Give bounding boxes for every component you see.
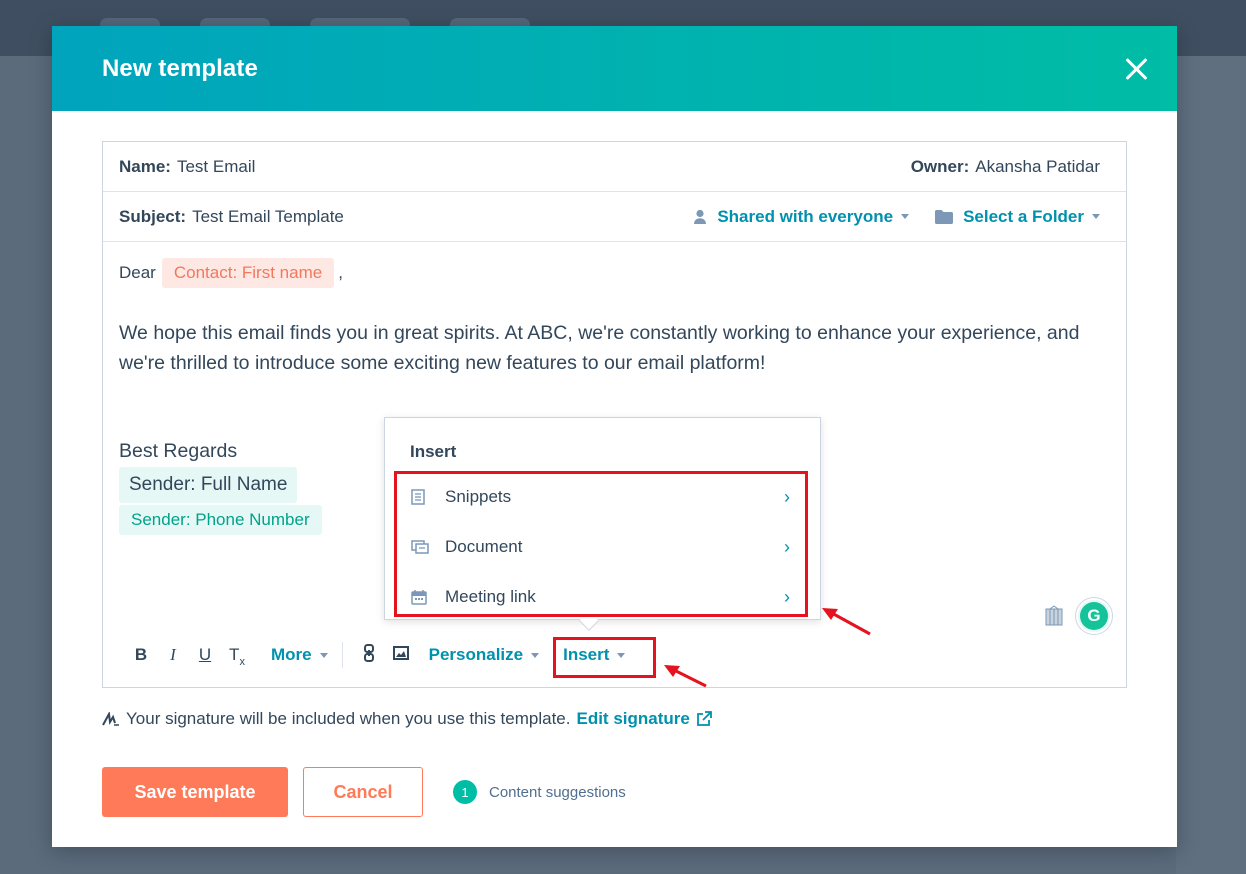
sender-full-name-token[interactable]: Sender: Full Name [119,467,298,503]
personalize-label: Personalize [428,645,524,664]
toolbar-divider [341,642,343,668]
modal-title: New template [102,55,258,82]
folder-label: Select a Folder [963,206,1084,226]
edit-signature-label: Edit signature [576,709,690,728]
sharing-dropdown[interactable]: Shared with everyone [693,206,910,227]
signature-text: Your signature will be included when you… [126,709,571,728]
cancel-button[interactable]: Cancel [303,767,423,817]
name-row: Name: Test Email Owner: Akansha Patidar [103,142,1126,192]
more-label: More [271,645,312,664]
subject-row-actions: Shared with everyone Select a Folder [667,207,1110,227]
calendar-icon [411,589,429,605]
folder-dropdown[interactable]: Select a Folder [935,207,1100,227]
extension-icon[interactable] [1044,605,1064,627]
greeting-text: Dear [119,263,156,282]
edit-signature-link[interactable]: Edit signature [576,709,712,729]
insert-item-label: Document [445,537,523,556]
grammarly-icon[interactable]: G [1076,598,1112,634]
name-label: Name: [119,156,171,176]
modal-header: New template [52,26,1177,111]
owner-info: Owner: Akansha Patidar [911,157,1110,177]
signature-icon [102,712,119,726]
link-icon [363,643,374,662]
user-icon [693,209,707,225]
folder-icon [935,209,954,224]
image-icon [392,646,409,660]
chevron-down-icon [901,214,910,219]
body-paragraph: We hope this email finds you in great sp… [119,322,1080,374]
grammarly-g-icon: G [1080,602,1108,630]
contact-first-name-token[interactable]: Contact: First name [161,258,335,288]
greeting-comma: , [338,263,343,282]
chevron-down-icon [319,652,328,658]
bold-button[interactable]: B [125,645,157,665]
snippet-icon [411,489,429,505]
chevron-right-icon: › [784,586,790,607]
link-button[interactable] [353,643,385,667]
sharing-label: Shared with everyone [717,206,894,226]
clear-format-button[interactable]: Tx [221,645,253,668]
signature-notice: Your signature will be included when you… [102,709,712,729]
image-button[interactable] [385,645,417,665]
chevron-right-icon: › [784,486,790,507]
background-app-content [1176,56,1246,874]
insert-item-meeting-link[interactable]: Meeting link › [399,575,804,619]
clear-format-label: T [229,645,240,664]
clear-format-icon: x [239,656,245,668]
save-template-button[interactable]: Save template [102,767,288,817]
greeting-line: Dear Contact: First name , [119,258,1110,288]
suggestions-label: Content suggestions [489,783,626,801]
underline-button[interactable]: U [189,645,221,665]
chevron-down-icon [617,652,626,658]
insert-item-label: Snippets [445,487,512,506]
insert-label: Insert [563,645,610,664]
suggestions-count-badge: 1 [453,780,477,804]
insert-item-label: Meeting link [445,587,536,606]
close-icon[interactable] [1123,56,1149,82]
insert-popover: Insert Snippets › Document › Meeting lin… [384,417,821,631]
subject-row: Subject: Test Email Template Shared with… [103,192,1126,242]
editor-toolbar: B I U Tx More Personalize Insert [103,635,1126,675]
sender-phone-token[interactable]: Sender: Phone Number [119,505,322,535]
insert-dropdown[interactable]: Insert [563,645,626,665]
subject-label: Subject: [119,206,187,226]
insert-popover-title: Insert [410,442,457,461]
chevron-right-icon: › [784,536,790,557]
content-suggestions[interactable]: 1 Content suggestions [453,780,626,804]
insert-item-snippets[interactable]: Snippets › [399,475,804,519]
insert-item-document[interactable]: Document › [399,525,804,569]
subject-field[interactable]: Test Email Template [192,207,344,227]
name-field[interactable]: Test Email [177,157,255,177]
personalize-dropdown[interactable]: Personalize [429,645,540,665]
external-link-icon [696,711,712,726]
browser-extension-icons: G [1044,598,1112,634]
owner-label: Owner: [910,156,970,176]
document-icon [411,540,429,554]
more-dropdown[interactable]: More [271,645,328,665]
chevron-down-icon [531,652,540,658]
owner-value: Akansha Patidar [975,156,1100,176]
chevron-down-icon [1092,214,1100,219]
italic-button[interactable]: I [157,645,189,665]
